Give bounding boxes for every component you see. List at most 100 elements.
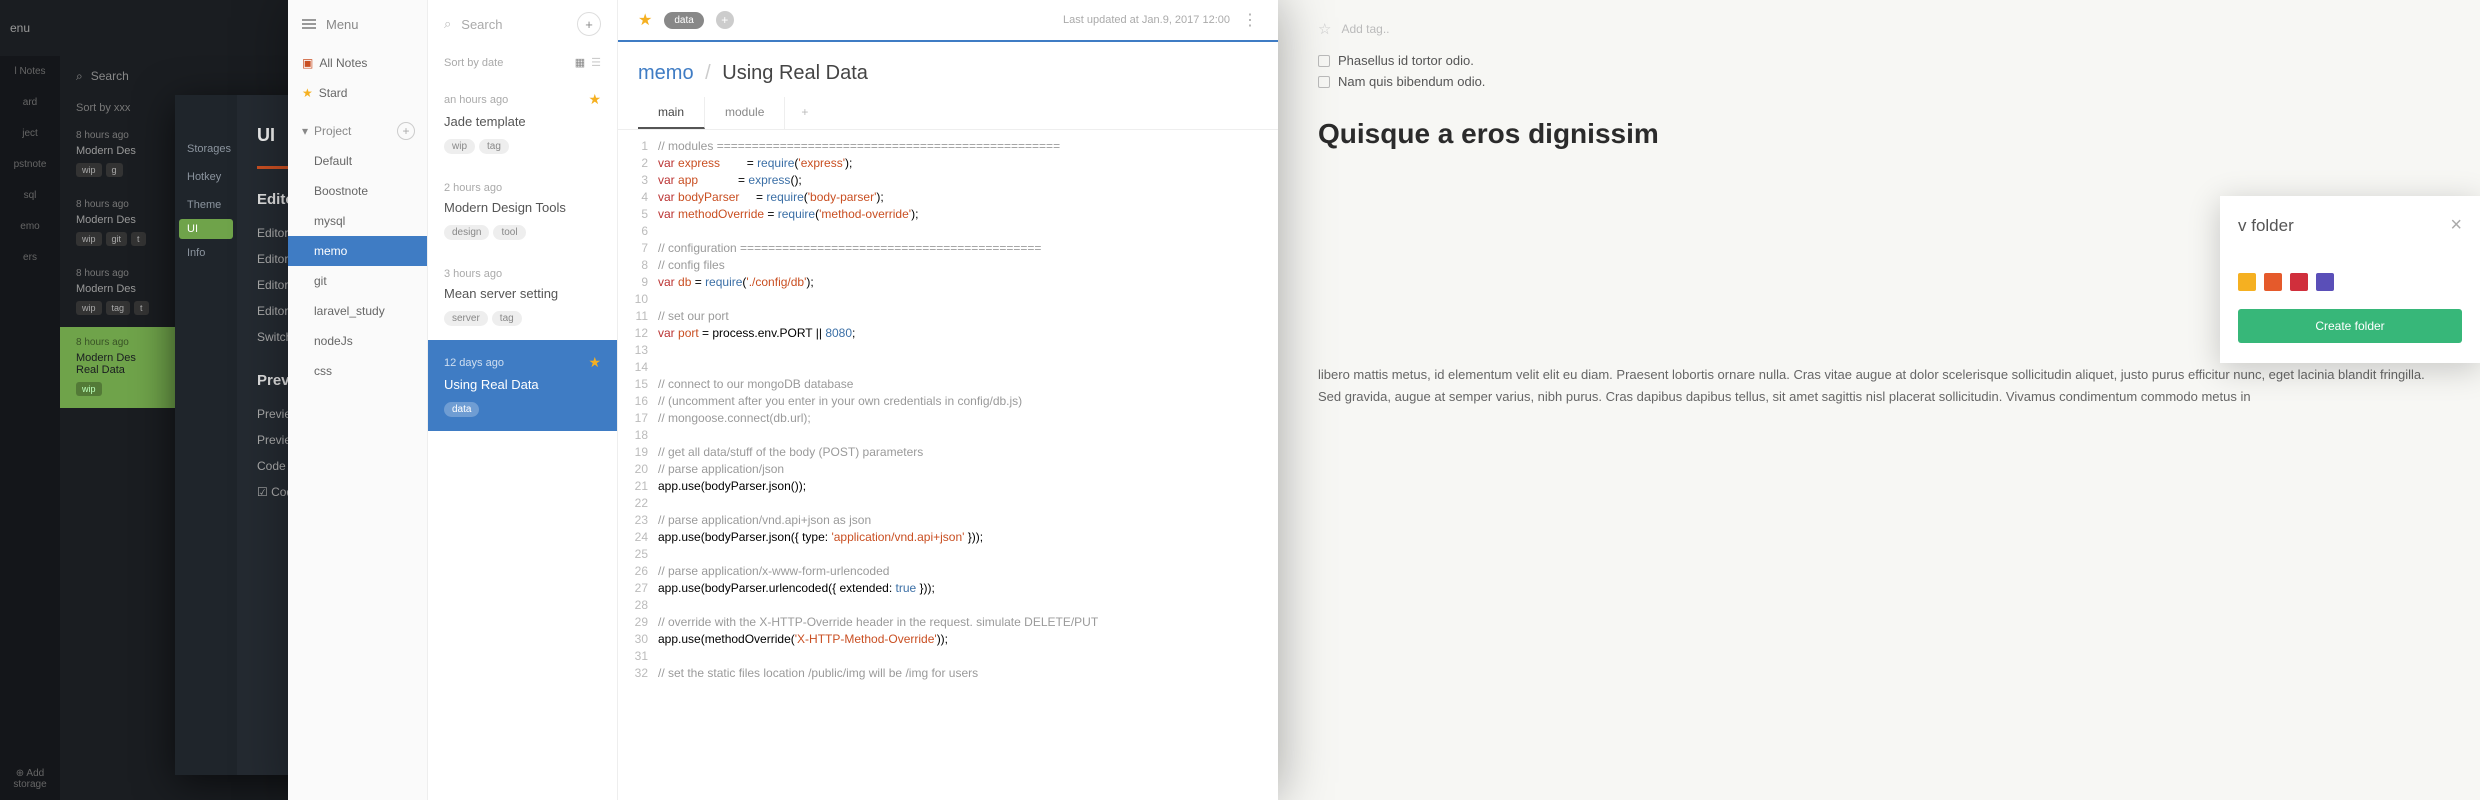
code-line[interactable]: 16// (uncomment after you enter in your … (618, 393, 1278, 410)
document-heading: Quisque a eros dignissim (1278, 112, 2480, 164)
close-icon[interactable]: × (2450, 214, 2462, 237)
code-line[interactable]: 30app.use(methodOverride('X-HTTP-Method-… (618, 631, 1278, 648)
search-icon: ⌕ (76, 69, 83, 84)
code-line[interactable]: 29// override with the X-HTTP-Override h… (618, 614, 1278, 631)
color-swatch[interactable] (2238, 273, 2256, 291)
settings-nav: StoragesHotkeyThemeUIInfo (175, 95, 237, 775)
code-line[interactable]: 20// parse application/json (618, 461, 1278, 478)
code-line[interactable]: 21app.use(bodyParser.json()); (618, 478, 1278, 495)
code-line[interactable]: 7// configuration ======================… (618, 240, 1278, 257)
checkbox-icon[interactable] (1318, 76, 1330, 88)
note-title[interactable]: Using Real Data (722, 62, 868, 84)
code-line[interactable]: 13 (618, 342, 1278, 359)
editor-panel: ★ data + Last updated at Jan.9, 2017 12:… (618, 0, 1278, 800)
dark-sidebar-item[interactable]: sql (0, 180, 60, 211)
dark-sidebar-item[interactable]: ers (0, 242, 60, 273)
folder-item-memo[interactable]: memo (288, 236, 427, 266)
grid-view-icon[interactable]: ▦ (575, 56, 585, 69)
code-line[interactable]: 6 (618, 223, 1278, 240)
add-tag-button[interactable]: + (716, 11, 734, 29)
code-line[interactable]: 15// connect to our mongoDB database (618, 376, 1278, 393)
dark-menu-label: enu (10, 21, 30, 35)
folder-item-mysql[interactable]: mysql (288, 206, 427, 236)
code-line[interactable]: 26// parse application/x-www-form-urlenc… (618, 563, 1278, 580)
right-document-window: ☆ Add tag.. Phasellus id tortor odio.Nam… (1278, 0, 2480, 800)
dark-search-label[interactable]: Search (91, 69, 129, 83)
dark-sidebar-item[interactable]: ard (0, 87, 60, 118)
code-line[interactable]: 25 (618, 546, 1278, 563)
create-folder-button[interactable]: Create folder (2238, 309, 2462, 343)
code-line[interactable]: 22 (618, 495, 1278, 512)
folder-item-css[interactable]: css (288, 356, 427, 386)
menu-button[interactable]: Menu (288, 0, 427, 48)
add-tag-placeholder[interactable]: Add tag.. (1341, 22, 1389, 36)
code-line[interactable]: 12var port = process.env.PORT || 8080; (618, 325, 1278, 342)
sort-row[interactable]: Sort by date ▦ ☰ (428, 48, 617, 77)
note-list-item[interactable]: 12 days ago★ Using Real Data data (428, 340, 617, 431)
dark-sidebar-item[interactable]: ject (0, 118, 60, 149)
dark-sidebar-item[interactable]: l Notes (0, 56, 60, 87)
code-line[interactable]: 10 (618, 291, 1278, 308)
color-swatch[interactable] (2316, 273, 2334, 291)
folder-sidebar: Menu ▣ All Notes ★ Stard ▾ Project + Def… (288, 0, 428, 800)
settings-nav-item[interactable]: Info (175, 239, 237, 267)
code-line[interactable]: 8// config files (618, 257, 1278, 274)
code-line[interactable]: 11// set our port (618, 308, 1278, 325)
star-icon[interactable]: ★ (638, 10, 652, 30)
code-line[interactable]: 28 (618, 597, 1278, 614)
starred-item[interactable]: ★ Stard (288, 78, 427, 108)
code-line[interactable]: 9var db = require('./config/db'); (618, 274, 1278, 291)
note-list-item[interactable]: an hours ago★ Jade template wiptag (428, 77, 617, 168)
checkbox-icon[interactable] (1318, 55, 1330, 67)
code-line[interactable]: 19// get all data/stuff of the body (POS… (618, 444, 1278, 461)
star-outline-icon[interactable]: ☆ (1318, 20, 1331, 38)
settings-nav-item[interactable]: Hotkey (175, 163, 237, 191)
main-app-window: Menu ▣ All Notes ★ Stard ▾ Project + Def… (288, 0, 1278, 800)
dark-sidebar-item[interactable]: emo (0, 211, 60, 242)
editor-tabs: mainmodule + (618, 97, 1278, 130)
code-line[interactable]: 3var app = express(); (618, 172, 1278, 189)
search-input[interactable]: Search (461, 17, 502, 32)
code-line[interactable]: 23// parse application/vnd.api+json as j… (618, 512, 1278, 529)
add-storage-button[interactable]: ⊕ Add storage (0, 768, 60, 790)
folder-item-Boostnote[interactable]: Boostnote (288, 176, 427, 206)
editor-tab-module[interactable]: module (705, 97, 785, 129)
project-header[interactable]: ▾ Project + (288, 116, 427, 146)
editor-tab-main[interactable]: main (638, 97, 705, 129)
checklist-item[interactable]: Phasellus id tortor odio. (1318, 50, 2440, 71)
settings-nav-item[interactable]: Theme (175, 191, 237, 219)
code-line[interactable]: 31 (618, 648, 1278, 665)
code-line[interactable]: 18 (618, 427, 1278, 444)
color-swatch[interactable] (2290, 273, 2308, 291)
settings-nav-item[interactable]: UI (179, 219, 233, 239)
note-list-item[interactable]: 2 hours ago Modern Design Tools designto… (428, 168, 617, 254)
code-line[interactable]: 14 (618, 359, 1278, 376)
code-line[interactable]: 5var methodOverride = require('method-ov… (618, 206, 1278, 223)
add-project-button[interactable]: + (397, 122, 415, 140)
code-line[interactable]: 17// mongoose.connect(db.url); (618, 410, 1278, 427)
new-note-button[interactable]: + (577, 12, 601, 36)
checklist: Phasellus id tortor odio.Nam quis bibend… (1278, 50, 2480, 112)
folder-item-git[interactable]: git (288, 266, 427, 296)
code-line[interactable]: 27app.use(bodyParser.urlencoded({ extend… (618, 580, 1278, 597)
color-swatch[interactable] (2264, 273, 2282, 291)
settings-nav-item[interactable]: Storages (175, 135, 237, 163)
code-line[interactable]: 32// set the static files location /publ… (618, 665, 1278, 682)
code-line[interactable]: 1// modules ============================… (618, 138, 1278, 155)
note-tag[interactable]: data (664, 12, 703, 29)
checklist-item[interactable]: Nam quis bibendum odio. (1318, 71, 2440, 92)
folder-item-Default[interactable]: Default (288, 146, 427, 176)
list-view-icon[interactable]: ☰ (591, 56, 601, 69)
folder-item-nodeJs[interactable]: nodeJs (288, 326, 427, 356)
breadcrumb-folder[interactable]: memo (638, 62, 694, 84)
code-editor[interactable]: 1// modules ============================… (618, 130, 1278, 800)
add-tab-button[interactable]: + (785, 97, 824, 129)
code-line[interactable]: 2var express = require('express'); (618, 155, 1278, 172)
note-list-item[interactable]: 3 hours ago Mean server setting serverta… (428, 254, 617, 340)
dark-sidebar-item[interactable]: pstnote (0, 149, 60, 180)
more-options-button[interactable]: ⋮ (1242, 10, 1258, 30)
code-line[interactable]: 24app.use(bodyParser.json({ type: 'appli… (618, 529, 1278, 546)
all-notes-item[interactable]: ▣ All Notes (288, 48, 427, 78)
folder-item-laravel_study[interactable]: laravel_study (288, 296, 427, 326)
code-line[interactable]: 4var bodyParser = require('body-parser')… (618, 189, 1278, 206)
